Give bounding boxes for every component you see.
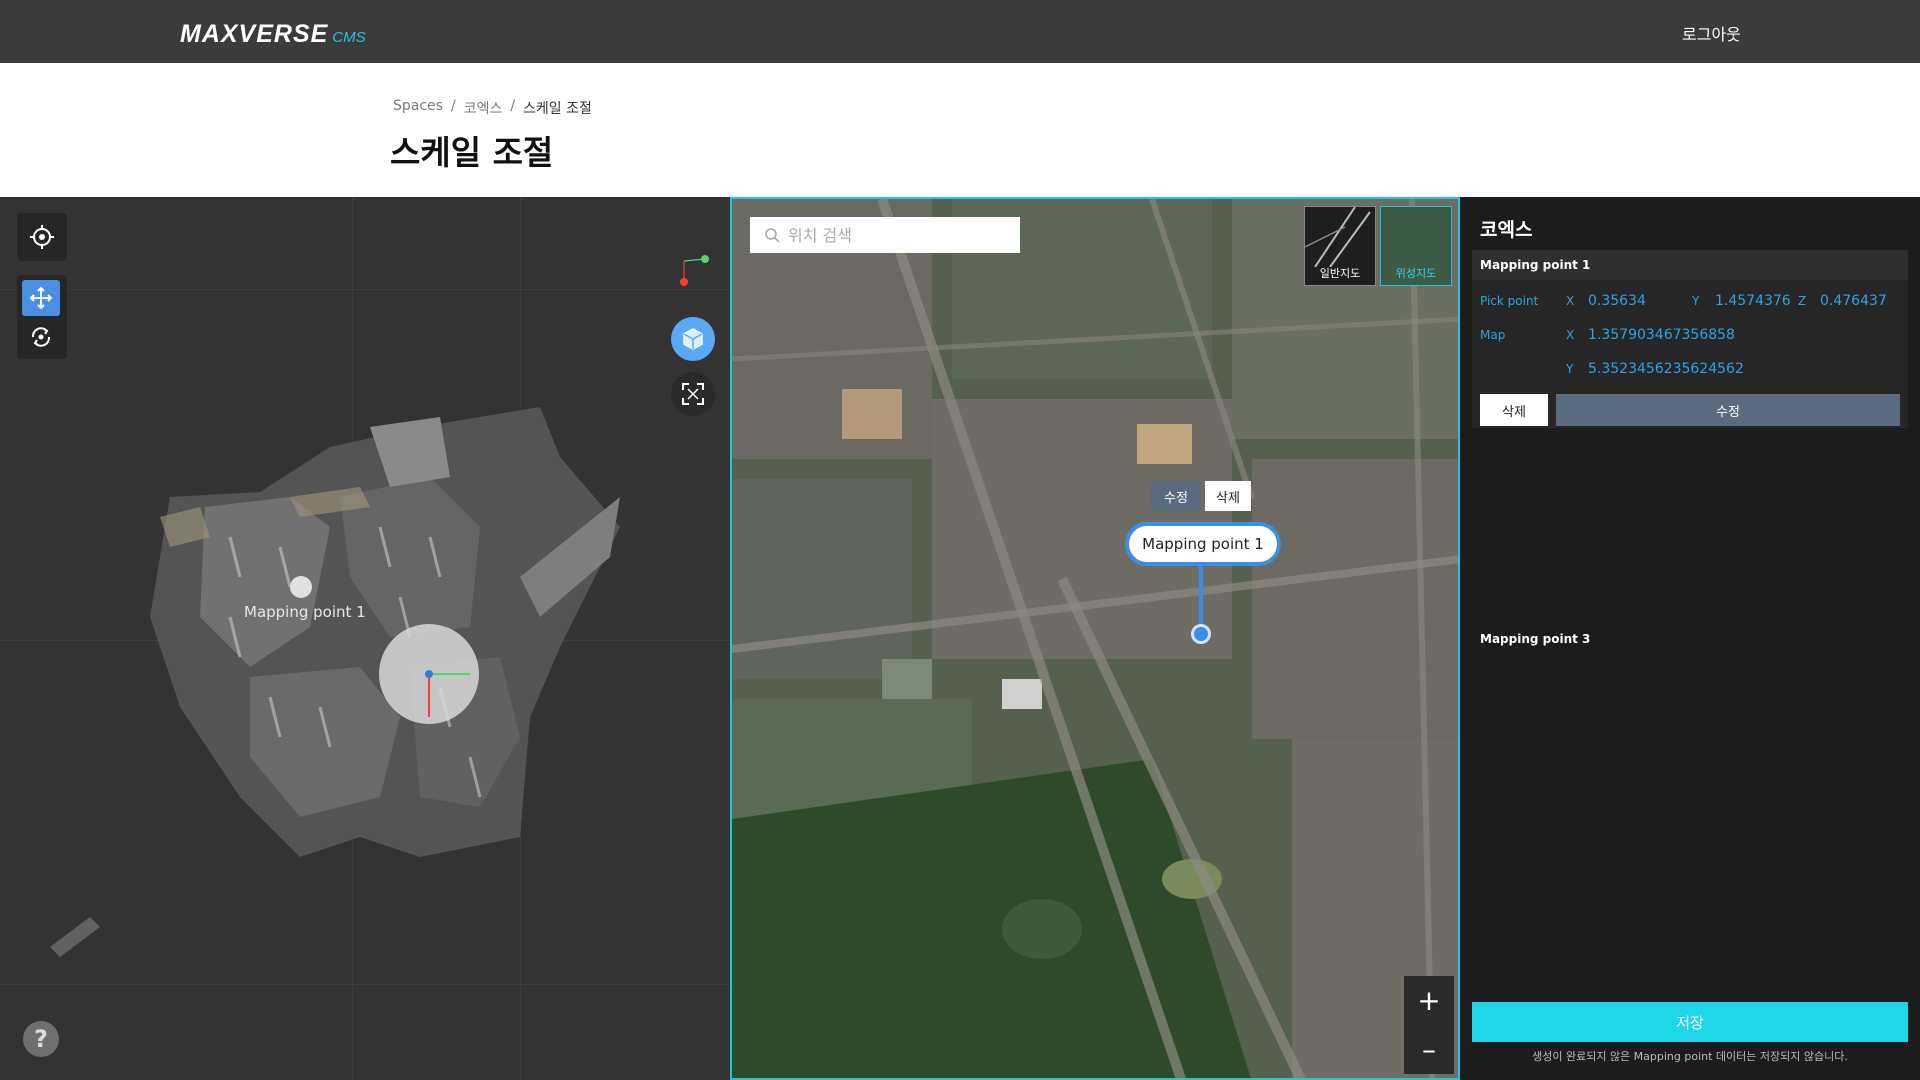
map-pin-marker[interactable] <box>1191 624 1211 644</box>
view-3d-button[interactable] <box>671 317 715 361</box>
logout-link[interactable]: 로그아웃 <box>1682 21 1741 45</box>
pick-y-value: 1.4574376 <box>1715 293 1791 309</box>
zoom-control: + – <box>1404 976 1454 1074</box>
pin-action-group: 수정 삭제 <box>1151 481 1251 511</box>
breadcrumb-separator: / <box>510 98 516 114</box>
rotate-tool-button[interactable] <box>22 320 60 354</box>
map-y-label: Y <box>1566 362 1574 376</box>
mapping-point-panel: 코엑스 Mapping point 1 Pick point X 0.35634… <box>1460 197 1920 1080</box>
point-cloud-render <box>50 255 709 957</box>
mapping-point-item[interactable]: Mapping point 3 <box>1480 632 1590 646</box>
pick-z-label: Z <box>1798 294 1807 308</box>
satellite-map[interactable]: 일반지도 위성지도 수정 삭제 Mapping point 1 + – <box>730 197 1460 1080</box>
save-button[interactable]: 저장 <box>1472 1002 1908 1042</box>
mapping-point-name[interactable]: Mapping point 1 <box>1472 250 1908 280</box>
delete-point-button[interactable]: 삭제 <box>1480 394 1548 426</box>
map-type-satellite-button[interactable]: 위성지도 <box>1380 206 1452 286</box>
map-pin-stem <box>1199 566 1203 624</box>
logo[interactable]: MAXVERSE CMS <box>180 20 366 49</box>
location-search[interactable] <box>750 217 1020 253</box>
logo-sub-text: CMS <box>332 29 366 46</box>
breadcrumb-separator: / <box>450 98 456 114</box>
cube-icon <box>683 328 703 350</box>
map-coord-label: Map <box>1480 328 1506 342</box>
move-icon <box>29 286 53 310</box>
logo-text: MAXVERSE <box>180 20 329 48</box>
zoom-out-button[interactable]: – <box>1404 1025 1454 1074</box>
panel-title: 코엑스 <box>1480 219 1533 241</box>
breadcrumb: Spaces / 코엑스 / 스케일 조절 <box>393 98 592 118</box>
page-title: 스케일 조절 <box>390 133 554 172</box>
pick-z-value: 0.476437 <box>1820 293 1887 309</box>
search-icon <box>765 228 780 243</box>
map-y-value: 5.3523456235624562 <box>1588 361 1744 377</box>
map-type-normal-label: 일반지도 <box>1319 267 1361 280</box>
move-tool-button[interactable] <box>22 280 60 316</box>
pick-point-label: Pick point <box>1480 294 1539 308</box>
map-type-satellite-label: 위성지도 <box>1395 267 1437 280</box>
top-navigation-bar: MAXVERSE CMS 로그아웃 <box>0 0 1920 63</box>
pin-delete-button[interactable]: 삭제 <box>1205 481 1251 511</box>
fullscreen-button[interactable] <box>671 372 715 416</box>
help-button[interactable]: ? <box>23 1021 59 1057</box>
mapping-point-card: Mapping point 1 Pick point X 0.35634 Y 1… <box>1472 250 1908 428</box>
map-x-value: 1.357903467356858 <box>1588 327 1735 343</box>
breadcrumb-current: 스케일 조절 <box>523 101 592 117</box>
transform-tool-group <box>17 275 67 359</box>
normal-map-thumbnail <box>1304 206 1371 268</box>
mapping-point-marker <box>290 576 312 598</box>
map-pin-label[interactable]: Mapping point 1 <box>1125 522 1281 566</box>
search-input[interactable] <box>788 225 1008 245</box>
breadcrumb-coex[interactable]: 코엑스 <box>464 98 503 118</box>
pick-x-value: 0.35634 <box>1588 293 1646 309</box>
pin-edit-button[interactable]: 수정 <box>1151 481 1201 511</box>
pick-y-label: Y <box>1692 294 1700 308</box>
crosshair-icon <box>30 225 54 249</box>
map-type-normal-button[interactable]: 일반지도 <box>1304 206 1376 286</box>
mapping-point-label: Mapping point 1 <box>244 603 366 621</box>
save-notice: 생성이 완료되지 않은 Mapping point 데이터는 저장되지 않습니다… <box>1532 1050 1848 1063</box>
zoom-in-button[interactable]: + <box>1404 976 1454 1025</box>
edit-point-button[interactable]: 수정 <box>1556 394 1900 426</box>
recenter-button[interactable] <box>17 213 67 261</box>
satellite-imagery <box>732 199 1458 1078</box>
point-cloud-viewer[interactable]: Mapping point 1 ? <box>0 197 730 1080</box>
rotate-icon <box>31 327 51 347</box>
pick-x-label: X <box>1566 294 1575 308</box>
map-x-label: X <box>1566 328 1575 342</box>
expand-icon <box>682 383 704 405</box>
breadcrumb-spaces[interactable]: Spaces <box>393 98 443 118</box>
